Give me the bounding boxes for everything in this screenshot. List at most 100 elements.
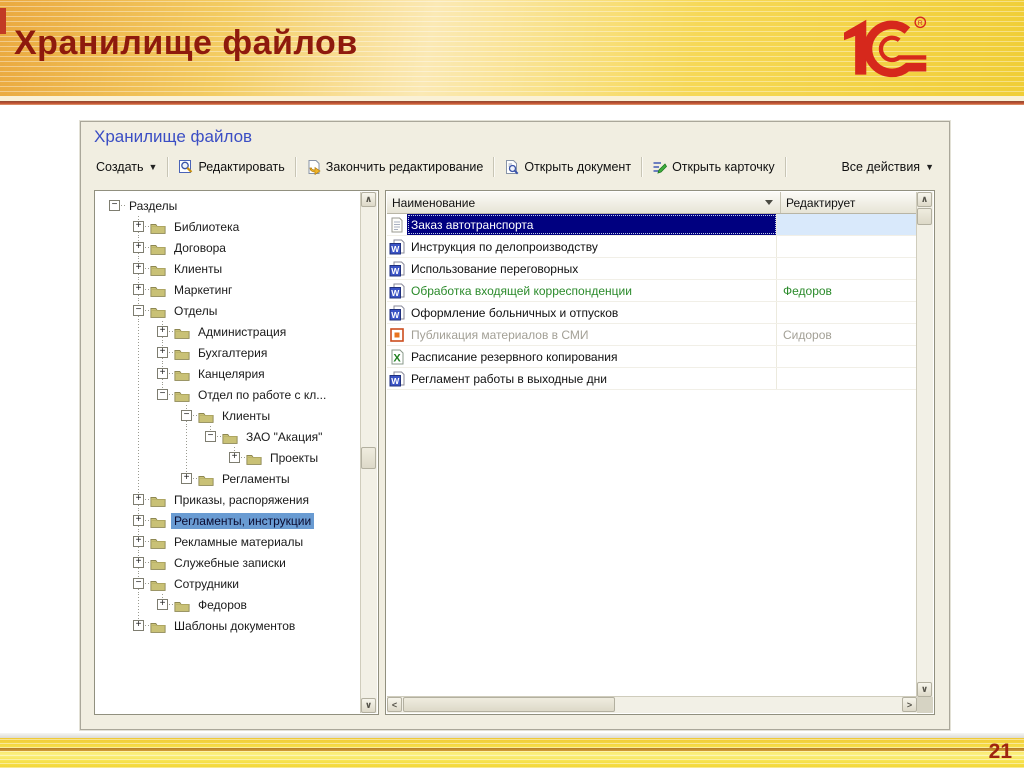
create-button[interactable]: Создать ▼ <box>89 157 164 177</box>
expand-toggle-icon[interactable]: + <box>133 557 144 568</box>
tree-item-label[interactable]: Клиенты <box>171 261 225 277</box>
file-name-cell[interactable]: Обработка входящей корреспонденции <box>407 280 777 301</box>
tree-item-label[interactable]: Клиенты <box>219 408 273 424</box>
file-type-cell: W <box>387 258 407 279</box>
tree-item-label[interactable]: Библиотека <box>171 219 242 235</box>
tree-item[interactable]: − Клиенты <box>95 405 362 426</box>
tree-item-label[interactable]: Канцелярия <box>195 366 268 382</box>
column-header-name[interactable]: Наименование <box>387 192 781 213</box>
expand-toggle-icon[interactable]: + <box>133 515 144 526</box>
tree-item-label[interactable]: Регламенты <box>219 471 293 487</box>
tree-item[interactable]: + Проекты <box>95 447 362 468</box>
open-card-button[interactable]: Открыть карточку <box>645 156 782 178</box>
tree-item[interactable]: + Федоров <box>95 594 362 615</box>
tree-item-label[interactable]: Федоров <box>195 597 250 613</box>
table-row[interactable]: W Регламент работы в выходные дни <box>387 368 917 390</box>
tree-vertical-scrollbar[interactable]: ∧ ∨ <box>360 192 377 713</box>
tree-item-label[interactable]: Приказы, распоряжения <box>171 492 312 508</box>
expand-toggle-icon[interactable]: + <box>133 263 144 274</box>
tree-item[interactable]: + Библиотека <box>95 216 362 237</box>
tree-item-label[interactable]: ЗАО "Акация" <box>243 429 325 445</box>
tree-item[interactable]: + Шаблоны документов <box>95 615 362 636</box>
file-name-cell[interactable]: Заказ автотранспорта <box>407 214 777 235</box>
expand-toggle-icon[interactable]: + <box>133 242 144 253</box>
tree-item[interactable]: + Администрация <box>95 321 362 342</box>
tree-item[interactable]: − ЗАО "Акация" <box>95 426 362 447</box>
tree-item[interactable]: − Отделы <box>95 300 362 321</box>
scroll-up-icon[interactable]: ∧ <box>917 192 932 207</box>
tree-item[interactable]: + Рекламные материалы <box>95 531 362 552</box>
tree-item-label[interactable]: Проекты <box>267 450 321 466</box>
collapse-toggle-icon[interactable]: − <box>157 389 168 400</box>
expand-toggle-icon[interactable]: + <box>229 452 240 463</box>
tree-item-label[interactable]: Договора <box>171 240 229 256</box>
collapse-toggle-icon[interactable]: − <box>133 305 144 316</box>
file-name-cell[interactable]: Оформление больничных и отпусков <box>407 302 777 323</box>
expand-toggle-icon[interactable]: + <box>157 368 168 379</box>
file-name-cell[interactable]: Публикация материалов в СМИ <box>407 324 777 345</box>
tree-item[interactable]: + Регламенты, инструкции <box>95 510 362 531</box>
expand-toggle-icon[interactable]: + <box>157 326 168 337</box>
tree-item-label[interactable]: Отделы <box>171 303 220 319</box>
file-name-cell[interactable]: Использование переговорных <box>407 258 777 279</box>
table-row[interactable]: W Обработка входящей корреспонденции Федор… <box>387 280 917 302</box>
expand-toggle-icon[interactable]: + <box>133 221 144 232</box>
tree-item[interactable]: + Регламенты <box>95 468 362 489</box>
expand-toggle-icon[interactable]: + <box>133 284 144 295</box>
collapse-toggle-icon[interactable]: − <box>205 431 216 442</box>
edit-button[interactable]: Редактировать <box>171 156 291 178</box>
scroll-left-icon[interactable]: < <box>387 697 402 712</box>
tree-item-label[interactable]: Регламенты, инструкции <box>171 513 315 529</box>
expand-toggle-icon[interactable]: + <box>157 347 168 358</box>
table-row[interactable]: W Оформление больничных и отпусков <box>387 302 917 324</box>
tree-item[interactable]: + Канцелярия <box>95 363 362 384</box>
collapse-toggle-icon[interactable]: − <box>109 200 120 211</box>
tree-item[interactable]: + Бухгалтерия <box>95 342 362 363</box>
expand-toggle-icon[interactable]: + <box>181 473 192 484</box>
file-name-cell[interactable]: Инструкция по делопроизводству <box>407 236 777 257</box>
all-actions-button[interactable]: Все действия ▼ <box>834 157 941 177</box>
tree-item[interactable]: + Служебные записки <box>95 552 362 573</box>
expand-toggle-icon[interactable]: + <box>133 494 144 505</box>
table-row[interactable]: W Использование переговорных <box>387 258 917 280</box>
scroll-up-icon[interactable]: ∧ <box>361 192 376 207</box>
tree-item-label[interactable]: Бухгалтерия <box>195 345 270 361</box>
tree-item[interactable]: + Договора <box>95 237 362 258</box>
tree-item[interactable]: + Клиенты <box>95 258 362 279</box>
scroll-down-icon[interactable]: ∨ <box>917 682 932 697</box>
expand-toggle-icon[interactable]: + <box>133 536 144 547</box>
table-vertical-scrollbar[interactable]: ∧ ∨ <box>916 192 933 697</box>
column-header-editor[interactable]: Редактирует <box>781 192 917 213</box>
tree-item[interactable]: − Отдел по работе с кл... <box>95 384 362 405</box>
finish-editing-button[interactable]: Закончить редактирование <box>299 156 491 178</box>
tree-item[interactable]: + Маркетинг <box>95 279 362 300</box>
tree-item[interactable]: + Приказы, распоряжения <box>95 489 362 510</box>
table-row[interactable]: Публикация материалов в СМИ Сидоров <box>387 324 917 346</box>
open-document-button[interactable]: Открыть документ <box>497 156 638 178</box>
tree-item-label[interactable]: Администрация <box>195 324 289 340</box>
tree-item-label[interactable]: Маркетинг <box>171 282 235 298</box>
tree-item-label[interactable]: Отдел по работе с кл... <box>195 387 329 403</box>
table-horizontal-scrollbar[interactable]: < > <box>387 696 917 713</box>
file-name-cell[interactable]: Расписание резервного копирования <box>407 346 777 367</box>
expand-toggle-icon[interactable]: + <box>157 599 168 610</box>
collapse-toggle-icon[interactable]: − <box>181 410 192 421</box>
tree-item[interactable]: − Разделы <box>95 195 362 216</box>
file-name-cell[interactable]: Регламент работы в выходные дни <box>407 368 777 389</box>
table-row[interactable]: X Расписание резервного копирования <box>387 346 917 368</box>
table-vscrollbar-thumb[interactable] <box>917 208 932 225</box>
table-row[interactable]: W Инструкция по делопроизводству <box>387 236 917 258</box>
tree-scrollbar-thumb[interactable] <box>361 447 376 469</box>
tree-item[interactable]: − Сотрудники <box>95 573 362 594</box>
scroll-right-icon[interactable]: > <box>902 697 917 712</box>
tree-item-label[interactable]: Рекламные материалы <box>171 534 306 550</box>
tree-item-label[interactable]: Шаблоны документов <box>171 618 298 634</box>
tree-item-label[interactable]: Служебные записки <box>171 555 289 571</box>
tree-item-label[interactable]: Сотрудники <box>171 576 242 592</box>
expand-toggle-icon[interactable]: + <box>133 620 144 631</box>
table-hscrollbar-thumb[interactable] <box>403 697 615 712</box>
tree-item-label[interactable]: Разделы <box>126 198 180 214</box>
scroll-down-icon[interactable]: ∨ <box>361 698 376 713</box>
collapse-toggle-icon[interactable]: − <box>133 578 144 589</box>
table-row[interactable]: Заказ автотранспорта <box>387 214 917 236</box>
